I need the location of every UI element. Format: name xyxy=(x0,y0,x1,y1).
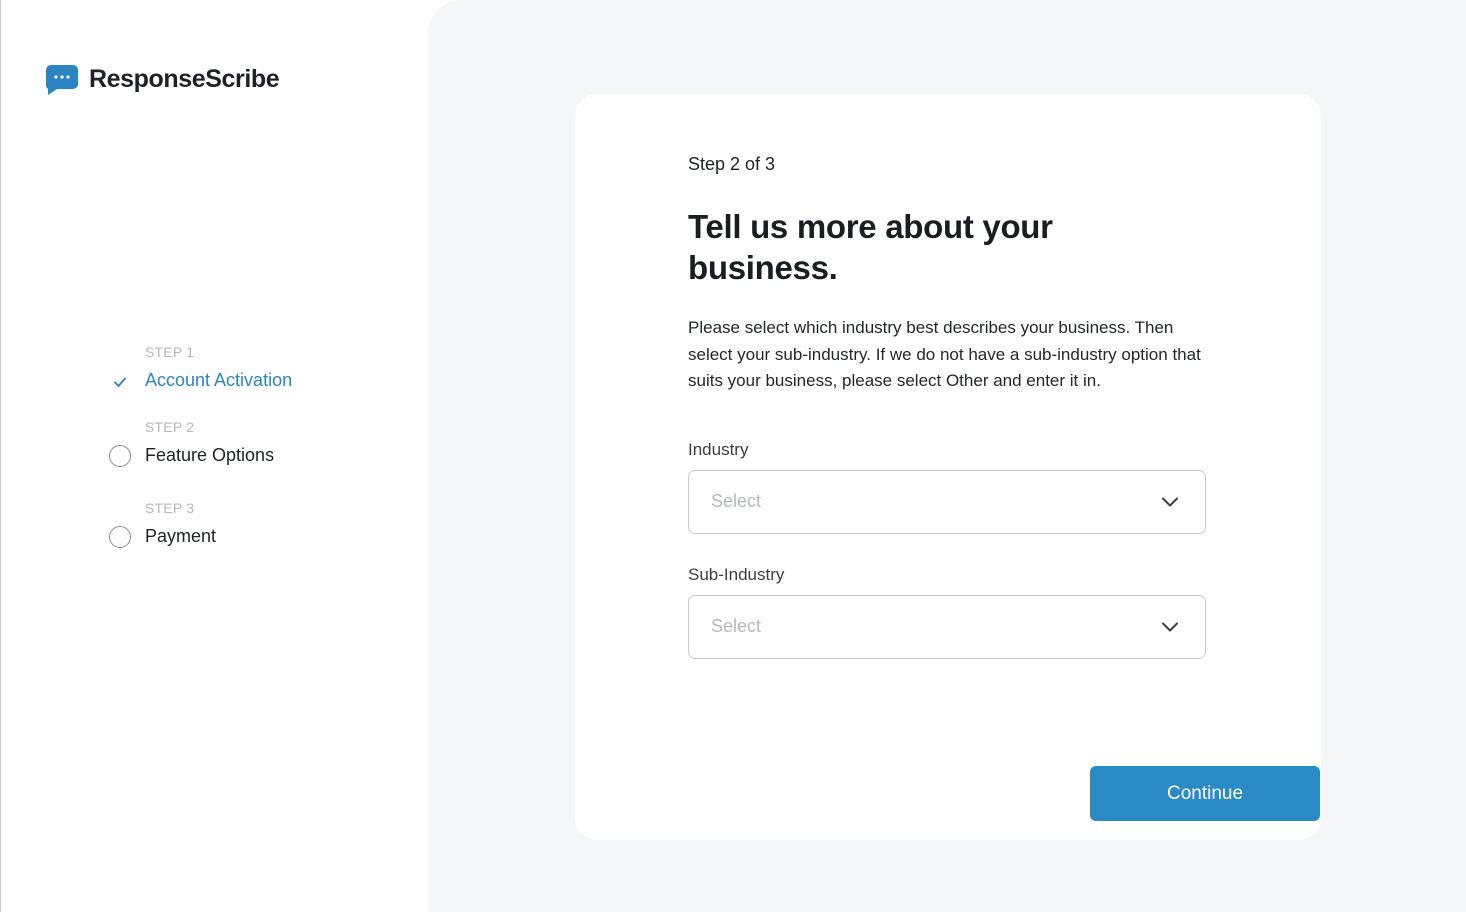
circle-outline-icon xyxy=(109,526,131,548)
brand-name: ResponseScribe xyxy=(89,64,280,93)
sub-industry-label: Sub-Industry xyxy=(688,564,785,584)
step-item-payment[interactable]: STEP 3 Payment xyxy=(109,498,409,558)
checkmark-icon xyxy=(110,372,130,392)
step-title: Account Activation xyxy=(145,370,293,390)
form-description: Please select which industry best descri… xyxy=(688,318,1201,390)
sub-industry-select[interactable]: Select xyxy=(688,594,1206,659)
step-item-feature-options[interactable]: STEP 2 Feature Options xyxy=(109,417,409,498)
sidebar: ResponseScribe STEP 1 Account Activation… xyxy=(0,0,428,912)
step-label: STEP 3 xyxy=(145,500,195,516)
form-content: Step 2 of 3 Tell us more about your busi… xyxy=(688,152,1320,821)
step-title: Payment xyxy=(145,526,217,546)
step-item-account-activation[interactable]: STEP 1 Account Activation xyxy=(109,342,409,417)
step-title: Feature Options xyxy=(145,445,275,465)
page-title: Tell us more about your business. xyxy=(688,208,1053,286)
continue-button[interactable]: Continue xyxy=(1090,766,1320,821)
step-counter: Step 2 of 3 xyxy=(688,154,776,174)
form-card: Step 2 of 3 Tell us more about your busi… xyxy=(575,94,1321,840)
step-label: STEP 1 xyxy=(145,344,195,360)
brand-logo: ResponseScribe xyxy=(45,63,280,95)
industry-select[interactable]: Select xyxy=(688,469,1206,534)
chevron-down-icon xyxy=(1161,620,1179,632)
industry-placeholder: Select xyxy=(711,490,762,511)
chevron-down-icon xyxy=(1161,495,1179,507)
step-list: STEP 1 Account Activation STEP 2 Feature… xyxy=(109,342,409,558)
app-window: ResponseScribe STEP 1 Account Activation… xyxy=(0,0,1466,912)
step-label: STEP 2 xyxy=(145,419,195,435)
circle-outline-icon xyxy=(109,445,131,467)
chat-bubble-icon xyxy=(45,63,78,95)
main-panel: Step 2 of 3 Tell us more about your busi… xyxy=(428,0,1466,912)
sub-industry-placeholder: Select xyxy=(711,615,762,636)
industry-label: Industry xyxy=(688,439,749,459)
